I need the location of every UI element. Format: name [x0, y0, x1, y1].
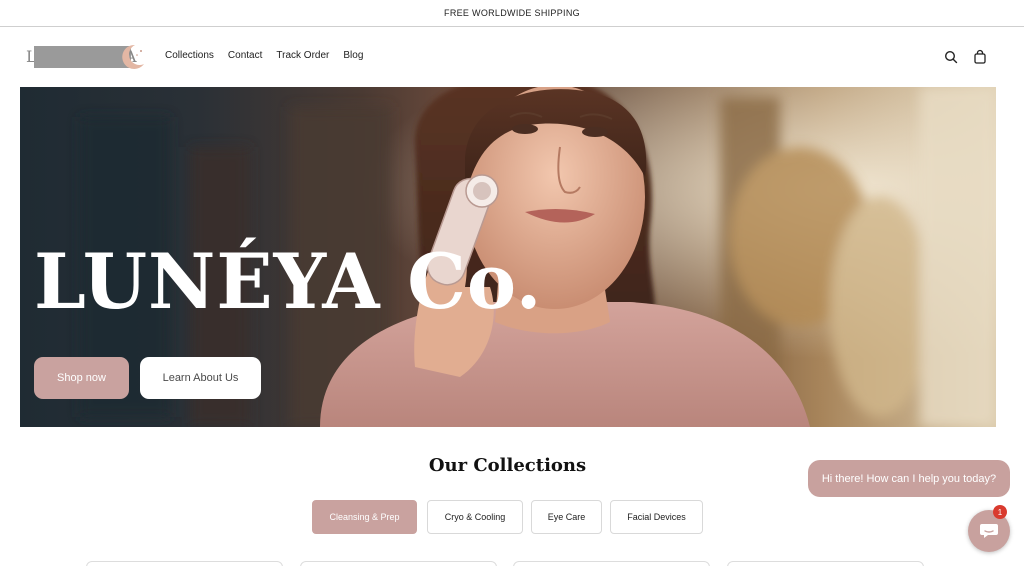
search-icon[interactable]	[943, 49, 959, 65]
site-header: L A Collections Contact Track Order Blog	[0, 28, 1024, 86]
hero-title: LUNÉYA Co.	[34, 237, 543, 326]
shopping-bag-icon[interactable]	[972, 49, 988, 65]
announcement-bar: FREE WORLDWIDE SHIPPING	[0, 0, 1024, 27]
brand-logo[interactable]: L A	[26, 42, 146, 72]
chat-notification-badge: 1	[993, 505, 1007, 519]
nav-track-order[interactable]: Track Order	[276, 50, 329, 61]
chat-icon	[980, 524, 998, 538]
nav-contact[interactable]: Contact	[228, 50, 262, 61]
learn-about-us-button[interactable]: Learn About Us	[140, 357, 261, 399]
tab-cryo-cooling[interactable]: Cryo & Cooling	[427, 500, 523, 534]
tab-eye-care[interactable]: Eye Care	[531, 500, 602, 534]
nav-blog[interactable]: Blog	[343, 50, 363, 61]
tab-cleansing-prep[interactable]: Cleansing & Prep	[312, 500, 417, 534]
announcement-text: FREE WORLDWIDE SHIPPING	[444, 8, 580, 18]
nav-collections[interactable]: Collections	[165, 50, 214, 61]
chat-greeting-bubble[interactable]: Hi there! How can I help you today?	[808, 460, 1010, 497]
shop-now-button[interactable]: Shop now	[34, 357, 129, 399]
tab-facial-devices[interactable]: Facial Devices	[610, 500, 703, 534]
product-card[interactable]	[727, 561, 924, 566]
product-card[interactable]	[300, 561, 497, 566]
product-card[interactable]	[513, 561, 710, 566]
product-card[interactable]	[86, 561, 283, 566]
moon-icon	[122, 44, 144, 69]
hero-banner: LUNÉYA Co. Shop now Learn About Us	[20, 87, 996, 427]
main-nav: Collections Contact Track Order Blog	[165, 50, 363, 61]
